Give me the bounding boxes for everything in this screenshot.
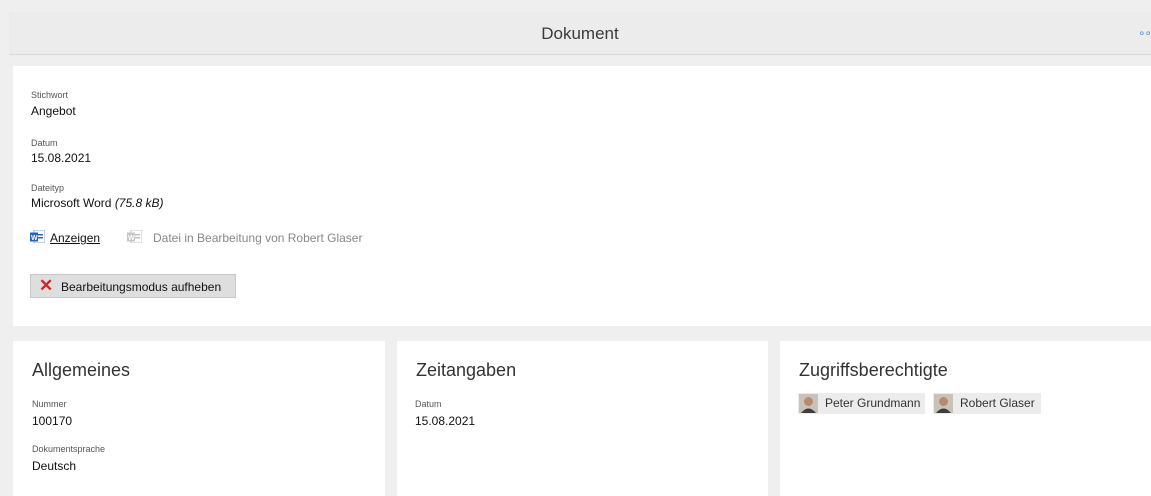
user-name: Robert Glaser	[960, 396, 1035, 410]
show-document-link[interactable]: Anzeigen	[50, 231, 100, 245]
editing-status-note: Datei in Bearbeitung von Robert Glaser	[153, 231, 363, 245]
zeitangaben-card: Zeitangaben Datum 15.08.2021	[397, 341, 768, 496]
user-chip[interactable]: Peter Grundmann	[798, 393, 925, 414]
document-details-card: Stichwort Angebot Datum 15.08.2021 Datei…	[13, 66, 1151, 326]
zeitangaben-title: Zeitangaben	[416, 360, 517, 380]
release-edit-mode-label: Bearbeitungsmodus aufheben	[61, 280, 222, 294]
datum-value: 15.08.2021	[31, 151, 92, 165]
dateityp-value: Microsoft Word (75.8 kB)	[31, 196, 164, 210]
more-options-icon[interactable]: ∘∘	[1138, 26, 1151, 40]
dateityp-name: Microsoft Word	[31, 196, 112, 210]
svg-text:W: W	[128, 235, 135, 242]
zeit-datum-value: 15.08.2021	[415, 414, 476, 428]
datum-label: Datum	[31, 138, 58, 148]
nummer-value: 100170	[32, 414, 73, 428]
allgemeines-card: Allgemeines Nummer 100170 Dokumentsprach…	[13, 341, 385, 496]
user-avatar-icon	[934, 394, 953, 413]
user-avatar-icon	[799, 394, 818, 413]
nummer-label: Nummer	[32, 399, 67, 409]
page-title: Dokument	[541, 24, 619, 43]
close-icon: ✕	[39, 276, 54, 295]
dokumentsprache-value: Deutsch	[32, 459, 77, 473]
title-bar: Dokument ∘∘	[9, 12, 1151, 55]
release-edit-mode-button[interactable]: ✕ Bearbeitungsmodus aufheben	[30, 274, 236, 298]
stichwort-label: Stichwort	[31, 90, 69, 100]
dokumentsprache-label: Dokumentsprache	[32, 444, 106, 454]
user-chip[interactable]: Robert Glaser	[933, 393, 1041, 414]
stichwort-value: Angebot	[31, 104, 76, 118]
word-document-icon[interactable]: W	[30, 230, 45, 243]
zugriffsberechtigte-card: Zugriffsberechtigte	[780, 341, 1151, 496]
zeit-datum-label: Datum	[415, 399, 442, 409]
dateityp-label: Dateityp	[31, 183, 65, 193]
word-document-locked-icon: W	[127, 230, 142, 243]
zugriffsberechtigte-title: Zugriffsberechtigte	[799, 360, 948, 380]
user-name: Peter Grundmann	[825, 396, 921, 410]
svg-text:W: W	[31, 235, 38, 242]
allgemeines-title: Allgemeines	[32, 360, 131, 380]
dateityp-size: (75.8 kB)	[114, 196, 164, 210]
